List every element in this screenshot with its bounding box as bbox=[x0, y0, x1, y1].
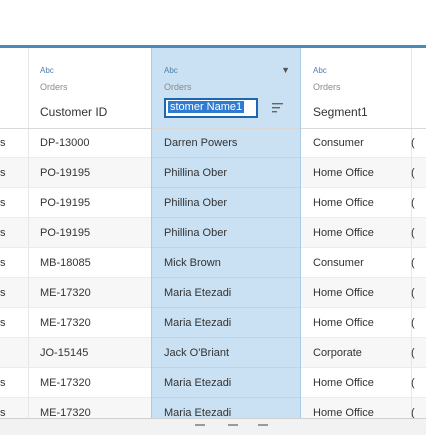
customer-name-cell[interactable]: Maria Etezadi bbox=[152, 308, 300, 338]
rename-field-input[interactable]: stomer Name1 bbox=[164, 98, 258, 118]
row-partial-right-cell[interactable]: ( bbox=[411, 368, 426, 398]
customer-name-cell[interactable]: Phillina Ober bbox=[152, 188, 300, 218]
customer-id-cell[interactable]: ME-17320 bbox=[28, 278, 151, 308]
customer-name-cell[interactable]: Jack O'Briant bbox=[152, 338, 300, 368]
customer-id-cell[interactable]: MB-18085 bbox=[28, 248, 151, 278]
customer-id-cell[interactable]: PO-19195 bbox=[28, 188, 151, 218]
segment-cell[interactable]: Home Office bbox=[301, 368, 411, 398]
row-partial-left-cell[interactable]: s bbox=[0, 158, 28, 188]
string-type-icon[interactable]: Abc bbox=[313, 66, 327, 75]
row-partial-right-cell[interactable]: ( bbox=[411, 278, 426, 308]
column-customer-name[interactable]: Abc ▼ Orders stomer Name1 Darren Powers P… bbox=[151, 48, 301, 428]
rename-field-selected-text[interactable]: stomer Name1 bbox=[168, 101, 245, 113]
string-type-icon[interactable]: Abc bbox=[164, 66, 178, 75]
customer-id-cell[interactable]: ME-17320 bbox=[28, 308, 151, 338]
column-header-segment[interactable]: Abc Orders Segment1 bbox=[301, 48, 411, 129]
row-partial-right-cell[interactable]: ( bbox=[411, 308, 426, 338]
row-partial-left-cell[interactable]: s bbox=[0, 218, 28, 248]
customer-name-cell[interactable]: Maria Etezadi bbox=[152, 278, 300, 308]
segment-cell[interactable]: Consumer bbox=[301, 128, 411, 158]
customer-id-cell[interactable]: DP-13000 bbox=[28, 128, 151, 158]
minus-icon[interactable] bbox=[228, 424, 238, 426]
customer-name-cell[interactable]: Mick Brown bbox=[152, 248, 300, 278]
row-partial-left-cell[interactable]: s bbox=[0, 128, 28, 158]
segment-cell[interactable]: Home Office bbox=[301, 308, 411, 338]
data-grid: sssssssss Abc Orders Customer ID DP-1300… bbox=[0, 48, 426, 428]
column-name[interactable]: Customer ID bbox=[40, 105, 107, 119]
customer-id-cell[interactable]: JO-15145 bbox=[28, 338, 151, 368]
column-header-customer-name[interactable]: Abc ▼ Orders stomer Name1 bbox=[152, 48, 300, 129]
string-type-icon[interactable]: Abc bbox=[40, 66, 54, 75]
column-source: Orders bbox=[164, 82, 192, 92]
sort-lines-icon[interactable] bbox=[272, 102, 284, 114]
column-header-partial bbox=[411, 48, 426, 129]
row-partial-right-cell[interactable]: ( bbox=[411, 158, 426, 188]
column-header-customer-id[interactable]: Abc Orders Customer ID bbox=[28, 48, 151, 129]
column-source: Orders bbox=[313, 82, 341, 92]
customer-name-cell[interactable]: Maria Etezadi bbox=[152, 368, 300, 398]
column-partial-right[interactable]: (((((((((( bbox=[411, 48, 426, 428]
row-partial-right-cell[interactable]: ( bbox=[411, 218, 426, 248]
customer-id-cell[interactable]: ME-17320 bbox=[28, 368, 151, 398]
column-name[interactable]: Segment1 bbox=[313, 105, 368, 119]
bottom-toolbar bbox=[0, 418, 426, 435]
row-partial-left-cell[interactable]: s bbox=[0, 188, 28, 218]
column-segment[interactable]: Abc Orders Segment1 Consumer Home Office H… bbox=[301, 48, 412, 428]
column-header-partial bbox=[0, 48, 28, 129]
segment-cell[interactable]: Home Office bbox=[301, 188, 411, 218]
customer-id-cell[interactable]: PO-19195 bbox=[28, 158, 151, 188]
column-partial-left[interactable]: sssssssss bbox=[0, 48, 29, 428]
customer-name-cell[interactable]: Phillina Ober bbox=[152, 158, 300, 188]
row-partial-left-cell[interactable] bbox=[0, 338, 28, 368]
segment-cell[interactable]: Home Office bbox=[301, 158, 411, 188]
customer-name-cell[interactable]: Darren Powers bbox=[152, 128, 300, 158]
column-source: Orders bbox=[40, 82, 68, 92]
row-partial-right-cell[interactable]: ( bbox=[411, 248, 426, 278]
segment-cell[interactable]: Home Office bbox=[301, 278, 411, 308]
top-toolbar-area bbox=[0, 0, 426, 46]
row-partial-right-cell[interactable]: ( bbox=[411, 338, 426, 368]
row-partial-left-cell[interactable]: s bbox=[0, 248, 28, 278]
row-partial-left-cell[interactable]: s bbox=[0, 308, 28, 338]
segment-cell[interactable]: Home Office bbox=[301, 218, 411, 248]
customer-id-cell[interactable]: PO-19195 bbox=[28, 218, 151, 248]
column-customer-id[interactable]: Abc Orders Customer ID DP-13000 PO-19195 P… bbox=[28, 48, 152, 428]
minus-icon[interactable] bbox=[258, 424, 268, 426]
customer-name-cell[interactable]: Phillina Ober bbox=[152, 218, 300, 248]
segment-cell[interactable]: Consumer bbox=[301, 248, 411, 278]
row-partial-right-cell[interactable]: ( bbox=[411, 128, 426, 158]
row-partial-left-cell[interactable]: s bbox=[0, 368, 28, 398]
row-partial-right-cell[interactable]: ( bbox=[411, 188, 426, 218]
chevron-down-icon[interactable]: ▼ bbox=[281, 65, 290, 75]
minus-icon[interactable] bbox=[195, 424, 205, 426]
row-partial-left-cell[interactable]: s bbox=[0, 278, 28, 308]
segment-cell[interactable]: Corporate bbox=[301, 338, 411, 368]
